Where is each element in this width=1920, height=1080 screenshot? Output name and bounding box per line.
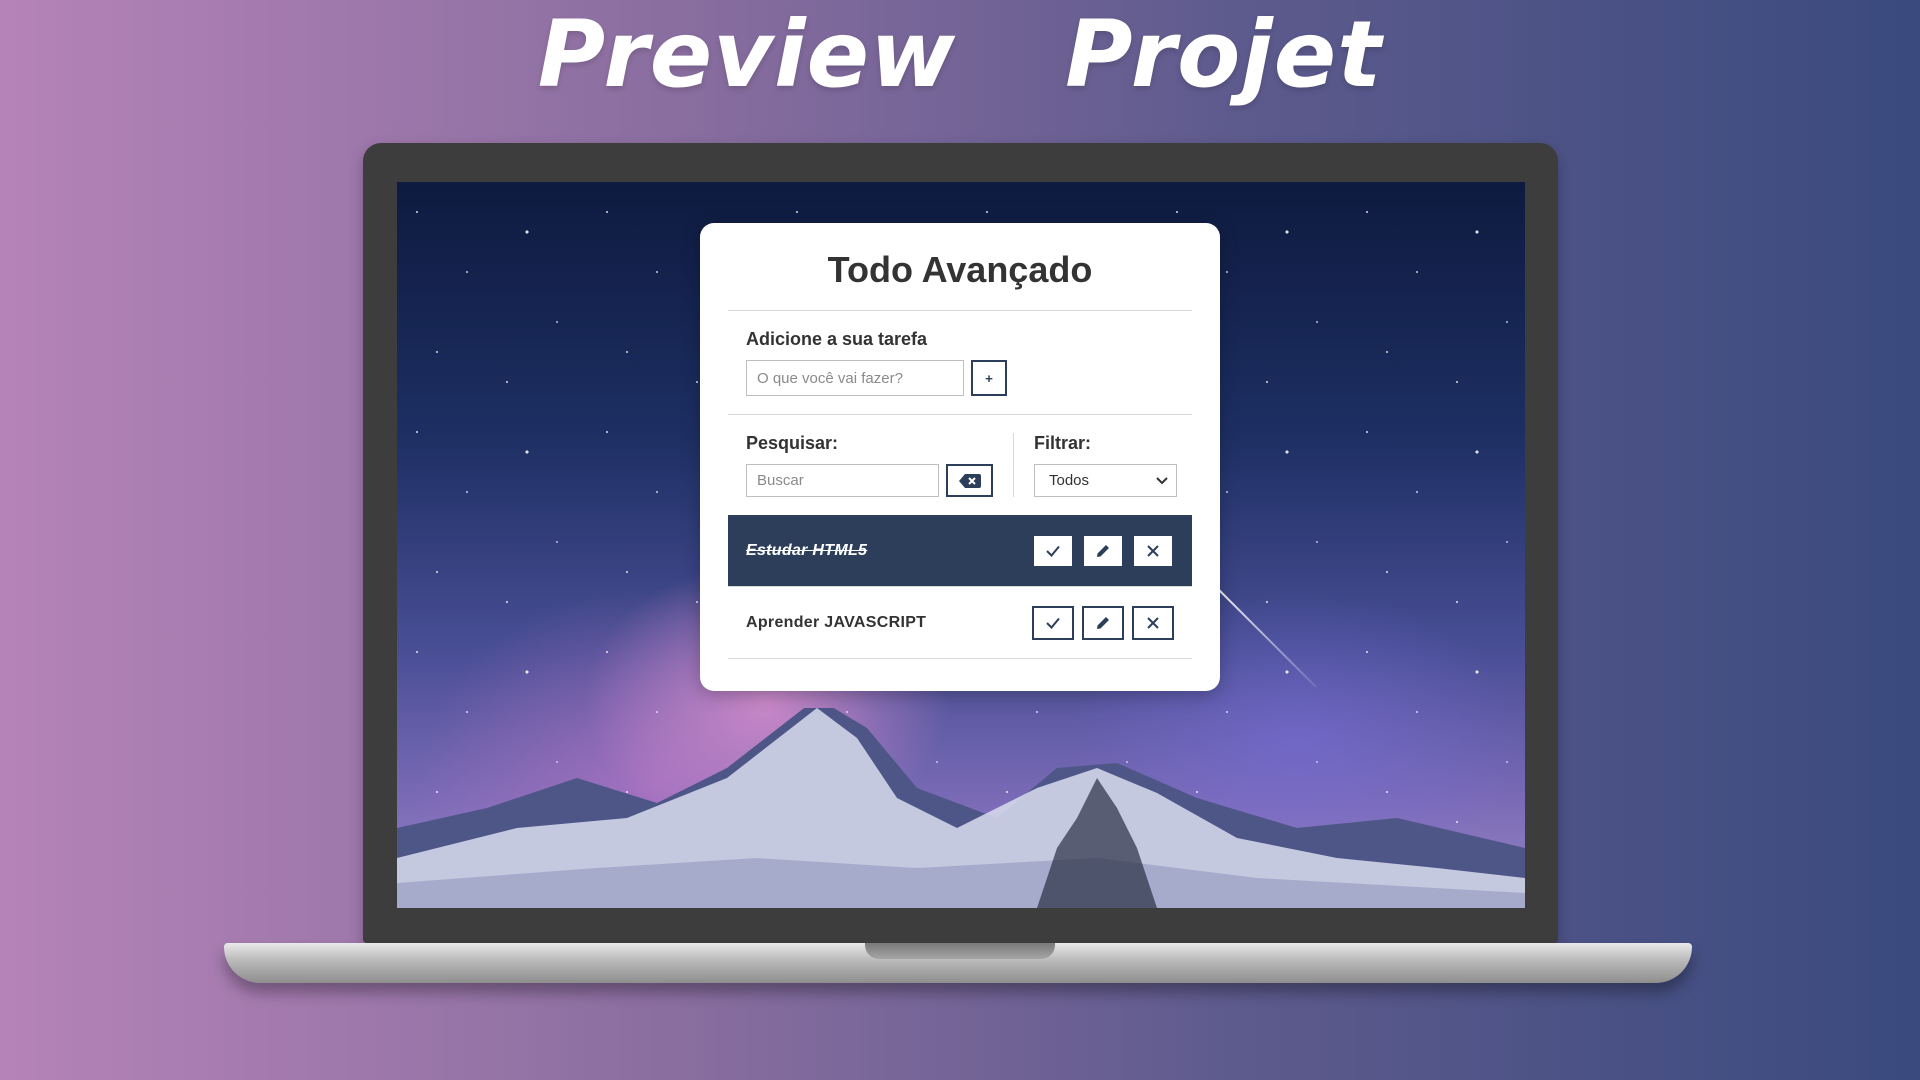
edit-todo-button[interactable] bbox=[1082, 533, 1124, 568]
filter-selected-value: Todos bbox=[1049, 472, 1090, 489]
filter-group: Filtrar: Todos bbox=[1014, 433, 1177, 497]
backspace-icon bbox=[958, 473, 981, 488]
search-group: Pesquisar: bbox=[746, 433, 1014, 497]
close-icon bbox=[1147, 544, 1159, 557]
add-task-button[interactable]: + bbox=[971, 360, 1007, 396]
chevron-down-icon bbox=[1156, 476, 1168, 484]
app-title: Todo Avançado bbox=[728, 223, 1192, 311]
finish-todo-button[interactable] bbox=[1032, 533, 1074, 568]
headline-word-preview: Preview bbox=[537, 1, 957, 108]
remove-todo-button[interactable] bbox=[1132, 605, 1174, 640]
clear-search-button[interactable] bbox=[946, 464, 993, 497]
laptop-notch bbox=[865, 943, 1055, 959]
remove-todo-button[interactable] bbox=[1132, 533, 1174, 568]
filter-select[interactable]: Todos bbox=[1034, 464, 1177, 497]
todo-item: Estudar HTML5 bbox=[728, 515, 1192, 587]
add-task-label: Adicione a sua tarefa bbox=[746, 329, 928, 349]
add-task-section: Adicione a sua tarefa + bbox=[728, 311, 1192, 415]
pencil-icon bbox=[1097, 616, 1109, 629]
add-task-input[interactable] bbox=[746, 360, 964, 396]
preview-headline: Preview Projet bbox=[0, 0, 1920, 120]
search-input[interactable] bbox=[746, 464, 939, 497]
todo-actions bbox=[1032, 533, 1174, 568]
check-icon bbox=[1046, 617, 1060, 629]
search-label: Pesquisar: bbox=[746, 433, 839, 453]
close-icon bbox=[1147, 616, 1159, 629]
finish-todo-button[interactable] bbox=[1032, 605, 1074, 640]
headline-word-projet: Projet bbox=[1065, 1, 1383, 108]
todo-text: Aprender JAVASCRIPT bbox=[746, 613, 927, 631]
toolbar-section: Pesquisar: Filtrar: Todos bbox=[728, 415, 1192, 515]
todo-actions bbox=[1032, 605, 1174, 640]
check-icon bbox=[1046, 545, 1060, 557]
todo-item: Aprender JAVASCRIPT bbox=[728, 587, 1192, 659]
mountains-image bbox=[397, 708, 1525, 908]
pencil-icon bbox=[1097, 544, 1109, 557]
filter-label: Filtrar: bbox=[1034, 433, 1092, 453]
edit-todo-button[interactable] bbox=[1082, 605, 1124, 640]
todo-text: Estudar HTML5 bbox=[746, 541, 868, 559]
todo-card: Todo Avançado Adicione a sua tarefa + Pe… bbox=[700, 223, 1220, 691]
